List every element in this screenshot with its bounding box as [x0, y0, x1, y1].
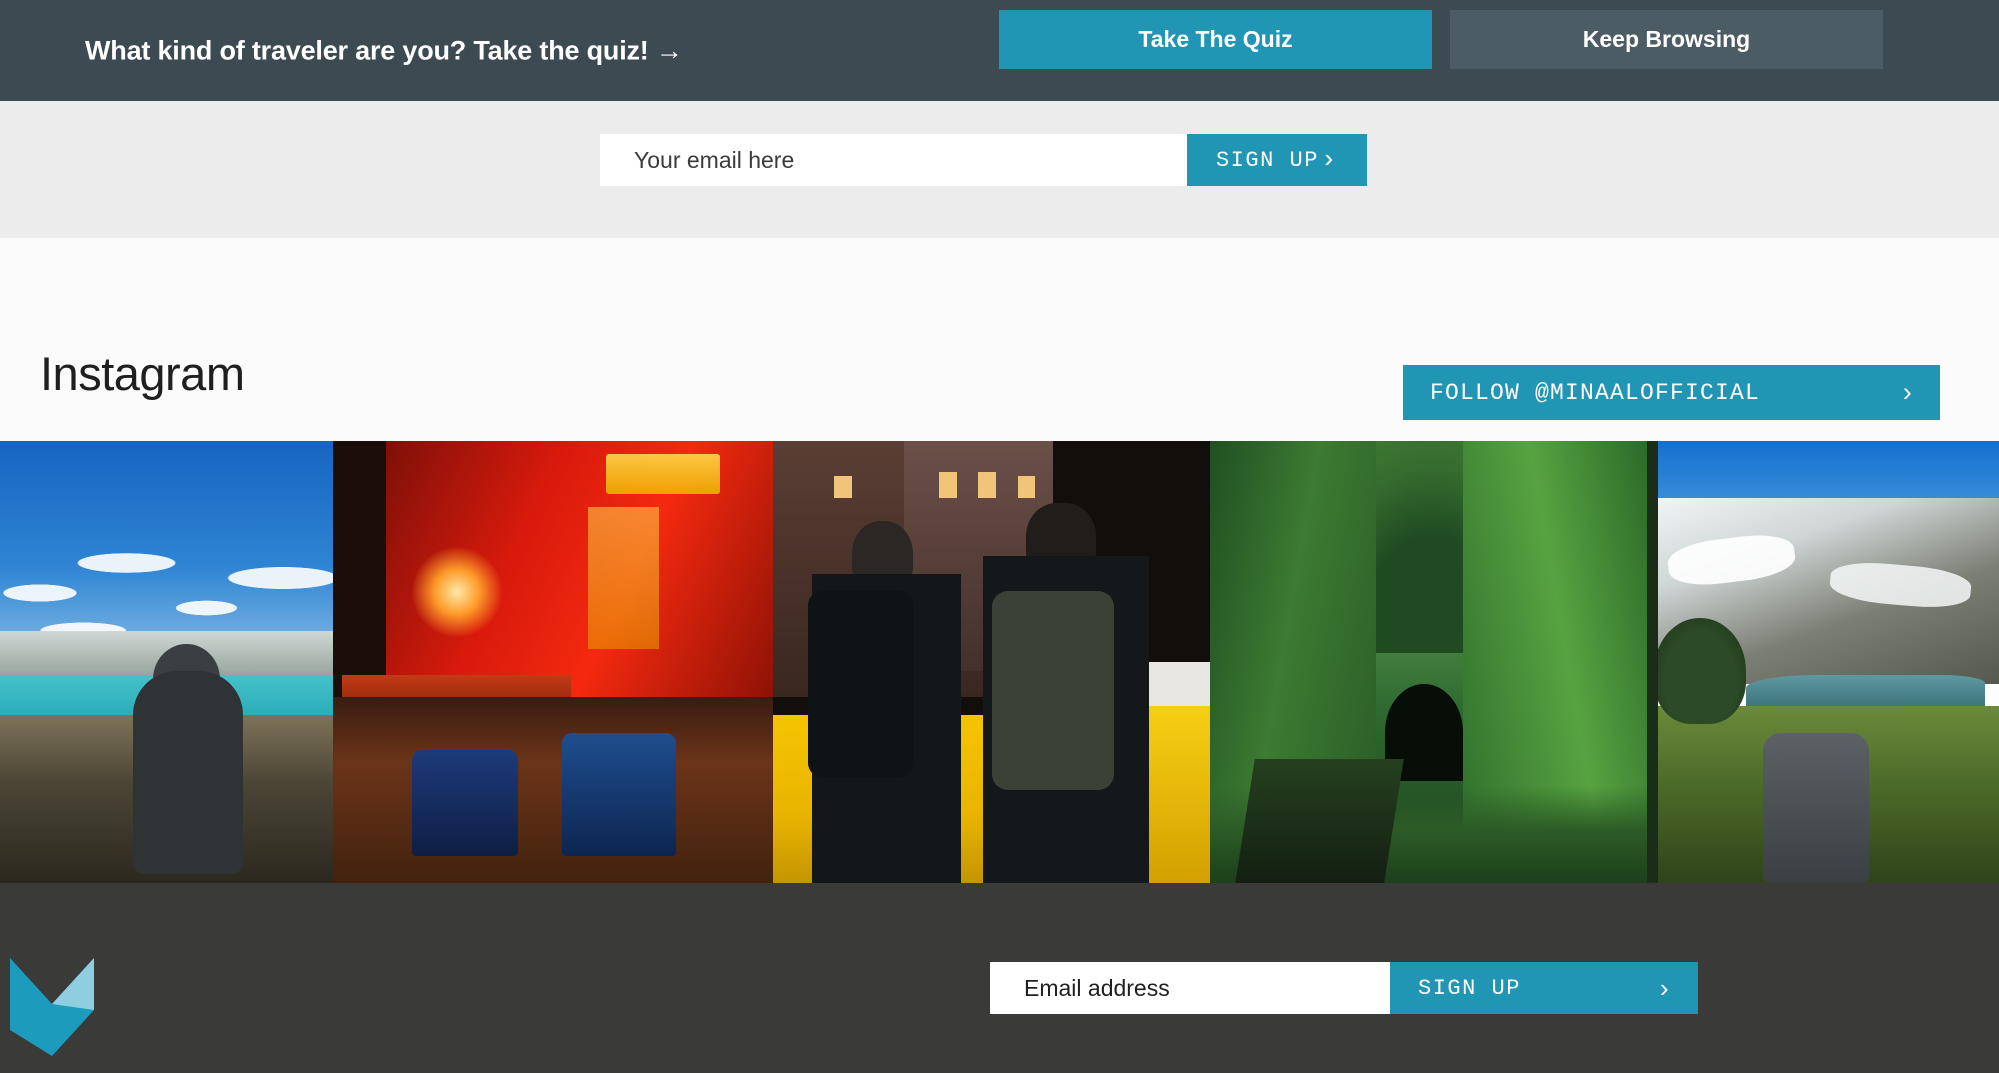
photo-window: [978, 471, 996, 499]
take-the-quiz-button[interactable]: Take The Quiz: [999, 10, 1432, 69]
keep-browsing-button[interactable]: Keep Browsing: [1450, 10, 1883, 69]
photo-railway-track: [1235, 759, 1404, 883]
minaal-logo[interactable]: [10, 958, 94, 1056]
photo-backpack: [133, 670, 244, 875]
quiz-banner: What kind of traveler are you? Take the …: [0, 0, 1999, 101]
instagram-photo-gallery: [0, 441, 1999, 883]
footer-signup-form: SIGN UP ›: [990, 962, 1698, 1014]
footer-signup-button-label: SIGN UP: [1418, 975, 1521, 1001]
photo-window: [834, 476, 852, 499]
instagram-photo[interactable]: [333, 441, 773, 883]
top-signup-button[interactable]: SIGN UP ›: [1187, 134, 1367, 186]
chevron-right-icon: ›: [1902, 377, 1913, 407]
photo-window: [1017, 476, 1036, 499]
instagram-photo[interactable]: [1210, 441, 1647, 883]
photo-sign-upper: [605, 454, 721, 495]
photo-backpack: [807, 591, 913, 777]
photo-tuktuk: [561, 732, 677, 857]
chevron-right-icon: ›: [1659, 972, 1670, 1003]
photo-sign-lower: [588, 507, 659, 649]
instagram-photo[interactable]: [0, 441, 333, 883]
photo-backpack: [1763, 732, 1869, 883]
photo-tuktuk: [412, 750, 518, 857]
photo-shrub: [1654, 617, 1746, 724]
footer-email-input[interactable]: [990, 962, 1390, 1014]
photo-backpack: [991, 591, 1114, 791]
top-signup-form: SIGN UP ›: [600, 134, 1367, 186]
photo-streetlamp-glow: [412, 547, 503, 638]
chevron-right-icon: ›: [1320, 145, 1339, 175]
instagram-photo[interactable]: [773, 441, 1210, 883]
follow-button-label: FOLLOW @MINAALOFFICIAL: [1430, 379, 1761, 406]
photo-wet-street: [333, 697, 773, 883]
photo-edge-strip: [1647, 441, 1658, 883]
top-email-input[interactable]: [600, 134, 1187, 186]
instagram-photo[interactable]: [1647, 441, 1999, 883]
instagram-heading: Instagram: [40, 347, 245, 400]
quiz-prompt-text: What kind of traveler are you? Take the …: [85, 35, 683, 65]
follow-instagram-button[interactable]: FOLLOW @MINAALOFFICIAL ›: [1403, 365, 1940, 420]
top-signup-button-label: SIGN UP: [1215, 147, 1319, 173]
photo-window: [939, 471, 957, 499]
footer-signup-button[interactable]: SIGN UP ›: [1390, 962, 1698, 1014]
page-root: What kind of traveler are you? Take the …: [0, 0, 1999, 1073]
top-signup-strip: SIGN UP ›: [0, 101, 1999, 238]
